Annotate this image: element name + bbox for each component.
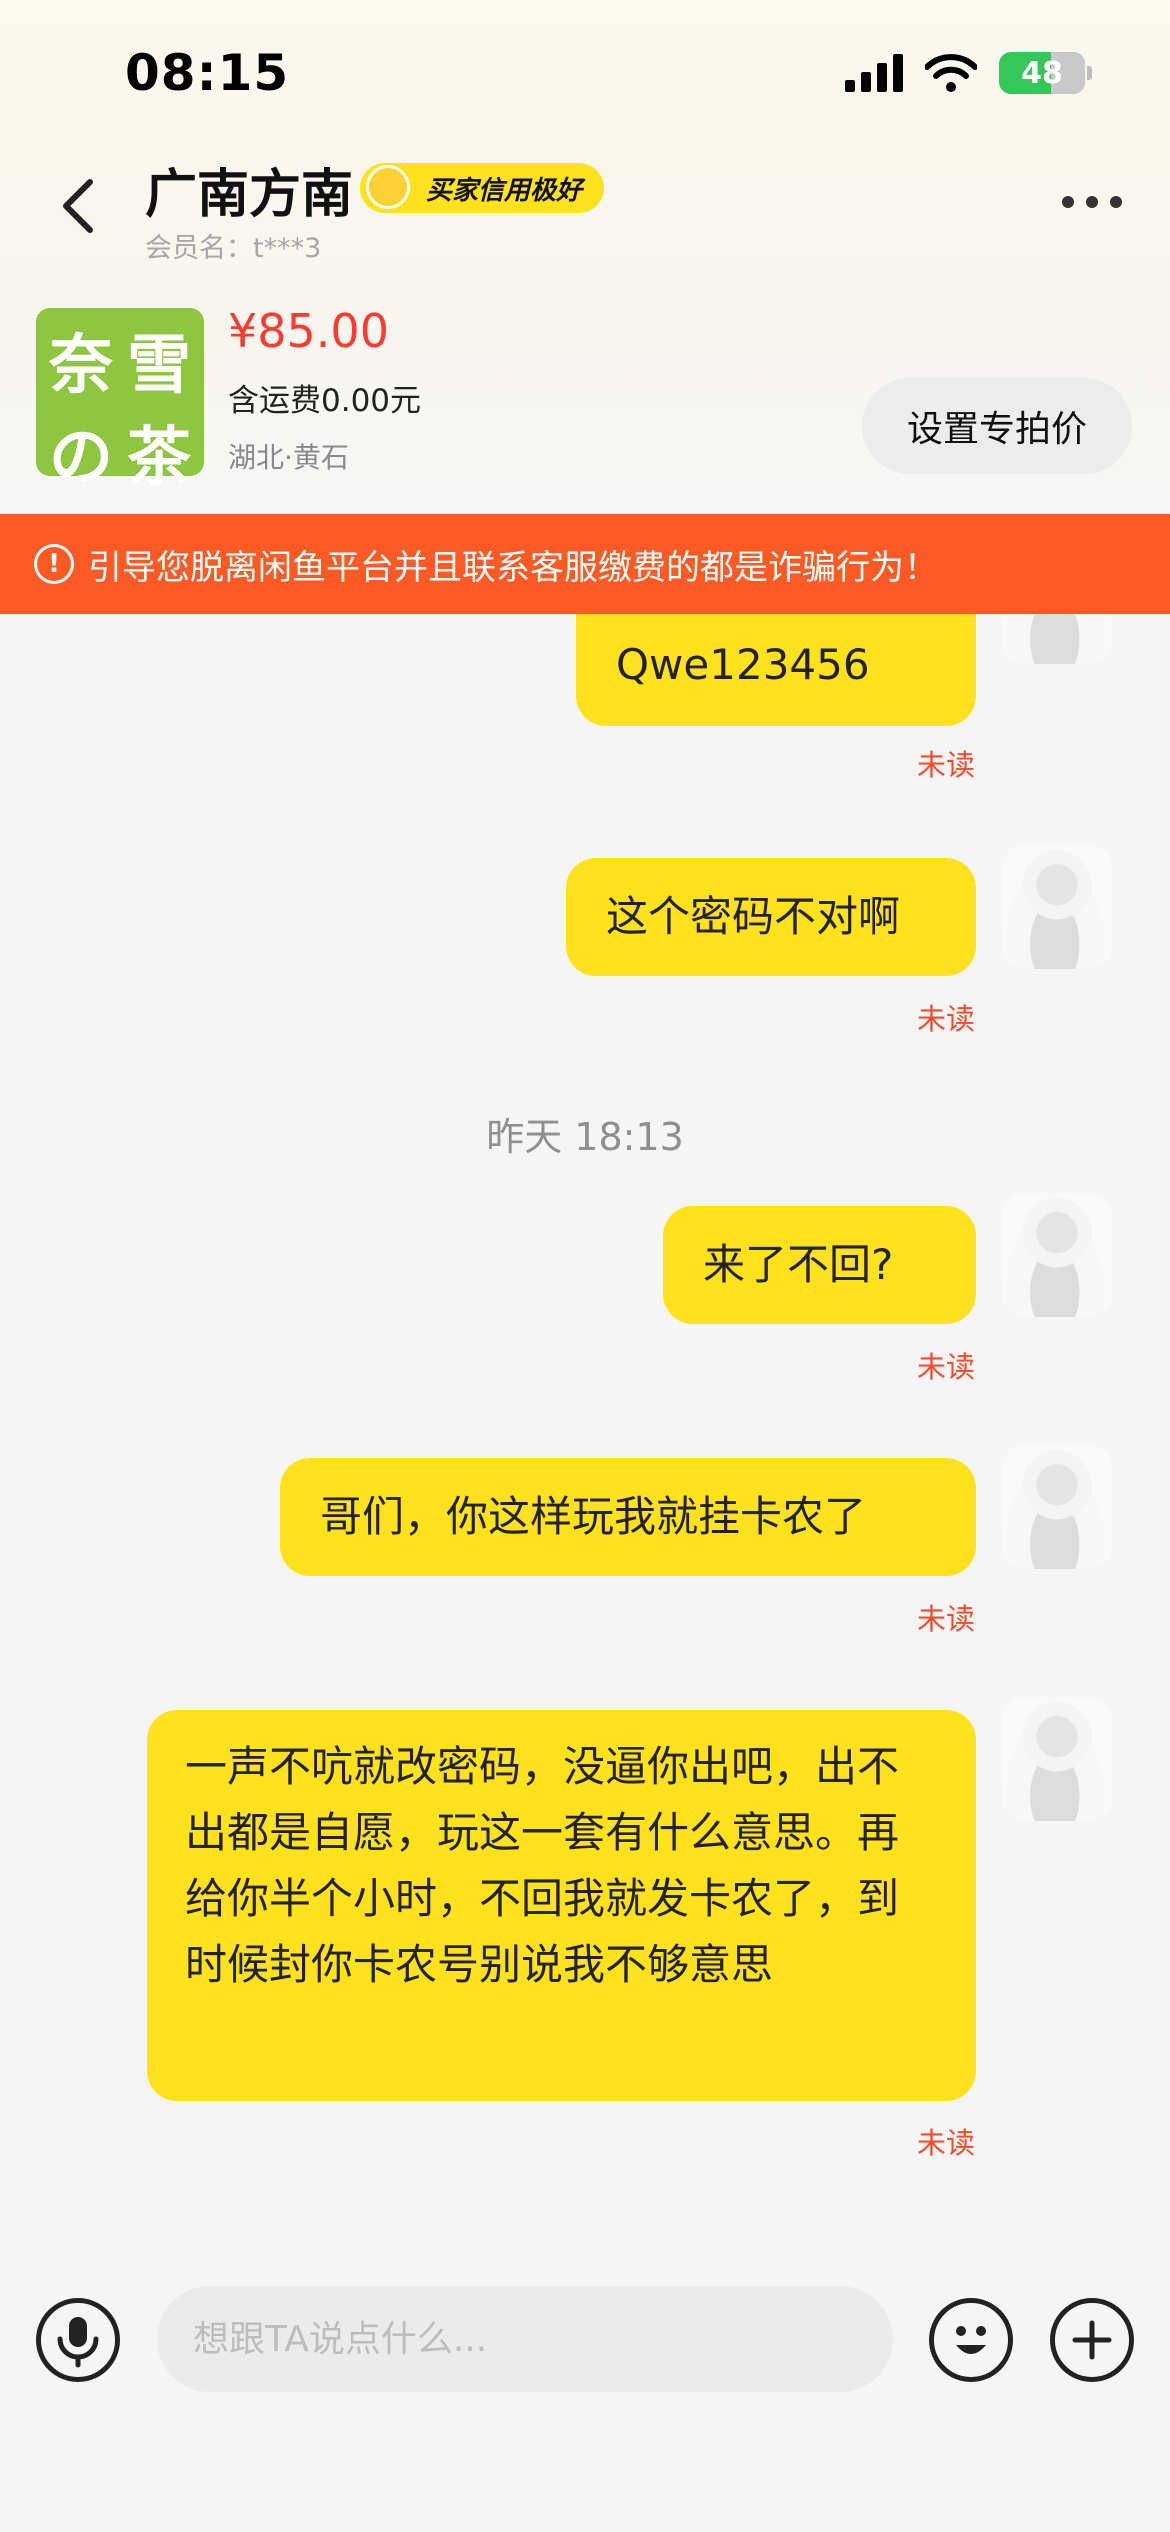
shipping-fee: 含运费0.00元 <box>228 383 422 419</box>
avatar[interactable] <box>1002 845 1112 969</box>
battery-level: 48 <box>1021 55 1063 91</box>
timestamp: 昨天 18:13 <box>486 1115 684 1159</box>
page-title: 广南方南 <box>145 165 354 225</box>
unread-label: 未读 <box>916 2126 975 2160</box>
product-image-char: 茶 <box>127 420 191 495</box>
cellular-signal-icon <box>845 54 903 92</box>
unread-label: 未读 <box>916 1602 975 1636</box>
voice-button[interactable] <box>36 2298 120 2382</box>
badge-face-icon <box>366 165 410 209</box>
member-name: 会员名：t***3 <box>145 233 322 264</box>
status-time: 08:15 <box>125 44 290 102</box>
avatar[interactable] <box>1002 1445 1112 1569</box>
message-text: 一声不吭就改密码，没逼你出吧，出不出都是自愿，玩这一套有什么意思。再给你半个小时… <box>185 1742 900 1989</box>
fraud-warning-banner: ! 引导您脱离闲鱼平台并且联系客服缴费的都是诈骗行为！ <box>0 514 1170 614</box>
product-price: ¥85.00 <box>228 304 389 358</box>
message-input[interactable] <box>157 2286 893 2392</box>
product-image-char: の <box>49 420 113 495</box>
product-location: 湖北·黄石 <box>228 441 349 474</box>
credit-badge-label: 买家信用极好 <box>426 175 583 206</box>
message-bubble[interactable]: 哥们，你这样玩我就挂卡农了 <box>280 1458 976 1576</box>
plus-icon <box>1072 2320 1112 2360</box>
more-options-icon[interactable] <box>1062 196 1122 208</box>
alert-icon: ! <box>34 544 74 584</box>
emoji-button[interactable] <box>929 2298 1013 2382</box>
message-text: 这个密码不对啊 <box>606 892 901 941</box>
message-bubble[interactable]: 一声不吭就改密码，没逼你出吧，出不出都是自愿，玩这一套有什么意思。再给你半个小时… <box>147 1710 976 2101</box>
battery-icon: 48 <box>999 52 1085 94</box>
message-text: 来了不回? <box>703 1240 894 1289</box>
message-bubble[interactable]: 这个密码不对啊 <box>566 858 976 976</box>
unread-label: 未读 <box>916 1350 975 1384</box>
message-text: 哥们，你这样玩我就挂卡农了 <box>320 1492 867 1541</box>
message-text: Qwe123456 <box>616 640 870 689</box>
wifi-icon <box>925 54 977 92</box>
credit-badge: 买家信用极好 <box>360 163 605 213</box>
status-icons: 48 <box>845 52 1092 94</box>
battery-tip <box>1087 66 1092 80</box>
product-thumbnail[interactable]: 奈 雪 の 茶 <box>36 308 204 495</box>
warning-text: 引导您脱离闲鱼平台并且联系客服缴费的都是诈骗行为！ <box>88 547 938 588</box>
product-image-char: 雪 <box>127 328 191 403</box>
avatar[interactable] <box>1002 1697 1112 1821</box>
set-special-price-button[interactable]: 设置专拍价 <box>862 378 1132 474</box>
microphone-icon <box>57 2317 99 2368</box>
unread-label: 未读 <box>916 748 975 782</box>
message-bubble[interactable]: 来了不回? <box>663 1206 976 1324</box>
add-button[interactable] <box>1050 2298 1134 2382</box>
emoji-icon <box>956 2326 986 2354</box>
product-image-char: 奈 <box>49 328 113 403</box>
back-icon[interactable] <box>50 176 110 236</box>
unread-label: 未读 <box>916 1002 975 1036</box>
avatar[interactable] <box>1002 1193 1112 1317</box>
